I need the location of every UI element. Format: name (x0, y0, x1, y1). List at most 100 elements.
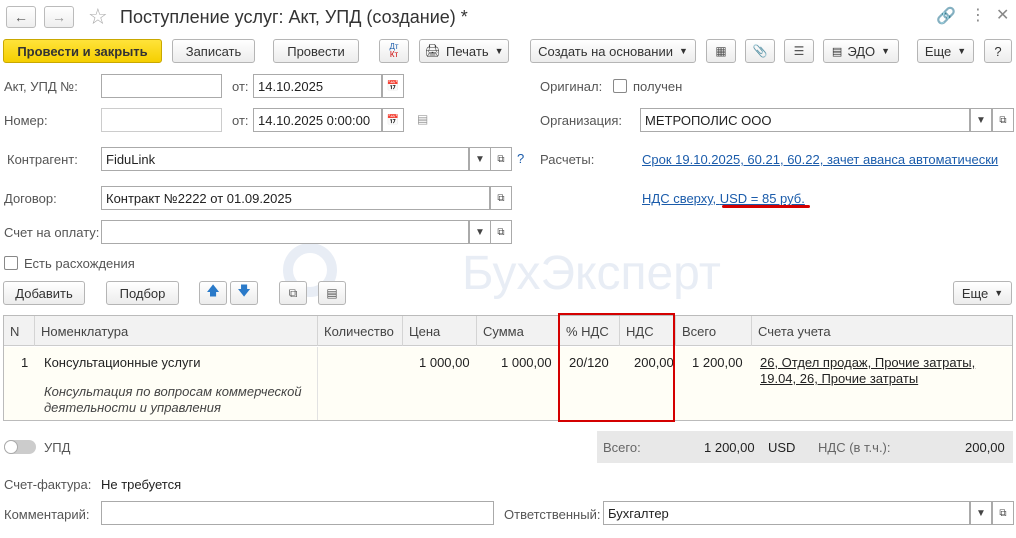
arrow-left-icon: ← (14, 9, 28, 25)
help-question-icon[interactable]: ? (517, 151, 524, 166)
chevron-down-icon: ▼ (881, 46, 891, 56)
column-divider (317, 347, 318, 420)
totals-vat-label: НДС (в т.ч.): (818, 440, 891, 455)
act-number-input[interactable] (101, 74, 222, 98)
red-highlight-box (558, 313, 675, 422)
more-button[interactable]: Еще ▼ (917, 39, 974, 63)
col-header-n[interactable]: N (4, 316, 35, 346)
link-icon[interactable]: 🔗 (936, 6, 956, 26)
close-icon[interactable]: ✕ (996, 5, 1009, 25)
calendar-icon[interactable]: 📅 (382, 74, 404, 98)
comment-note-icon[interactable]: ▤ (417, 112, 428, 126)
print-button[interactable]: 🖨 Печать ▼ (419, 39, 509, 63)
comment-input[interactable] (101, 501, 494, 525)
col-header-price[interactable]: Цена (403, 316, 477, 346)
received-checkbox[interactable] (613, 79, 627, 93)
star-icon[interactable]: ☆ (88, 4, 108, 30)
organization-input[interactable]: МЕТРОПОЛИС ООО (640, 108, 970, 132)
table-header: N Номенклатура Количество Цена Сумма % Н… (4, 316, 1012, 346)
totals-total-value: 1 200,00 (704, 440, 755, 455)
organization-label: Организация: (540, 113, 623, 128)
row-total: 1 200,00 (692, 355, 743, 370)
post-and-close-button[interactable]: Провести и закрыть (3, 39, 162, 63)
col-header-accounts[interactable]: Счета учета (752, 316, 1012, 346)
number-input[interactable] (101, 108, 222, 132)
create-based-on-button[interactable]: Создать на основании ▼ (530, 39, 696, 63)
upd-label: УПД (44, 440, 71, 455)
number-date-label: от: (232, 113, 249, 128)
totals-currency: USD (768, 440, 796, 455)
row-item[interactable]: Консультационные услуги (44, 355, 201, 370)
edo-label: ЭДО (847, 43, 876, 59)
contract-input[interactable]: Контракт №2222 от 01.09.2025 (101, 186, 490, 210)
row-accounts-2[interactable]: 19.04, 26, Прочие затраты (760, 371, 918, 386)
col-header-item[interactable]: Номенклатура (35, 316, 318, 346)
chevron-down-icon[interactable]: ▼ (469, 147, 491, 171)
arrow-right-icon: → (52, 9, 66, 25)
more-vert-icon[interactable]: ⋮ (970, 5, 986, 25)
open-icon[interactable]: ⧉ (992, 501, 1014, 525)
invoice-for-payment-input[interactable] (101, 220, 469, 244)
vat-link[interactable]: НДС сверху, USD = 85 руб. (642, 191, 805, 206)
number-date-input[interactable]: 14.10.2025 0:00:00 (253, 108, 382, 132)
row-sum[interactable]: 1 000,00 (501, 355, 552, 370)
print-label: Печать (446, 43, 489, 59)
settlements-label: Расчеты: (540, 152, 595, 167)
post-button[interactable]: Провести (273, 39, 359, 63)
received-label: получен (633, 79, 683, 94)
document-list-icon[interactable]: ☰ (784, 39, 814, 63)
help-button[interactable]: ? (984, 39, 1012, 63)
open-icon[interactable]: ⧉ (490, 147, 512, 171)
row-price[interactable]: 1 000,00 (419, 355, 470, 370)
act-date-input[interactable]: 14.10.2025 (253, 74, 382, 98)
watermark-text: БухЭксперт (462, 247, 721, 300)
forward-button[interactable]: → (44, 6, 74, 28)
copy-icon[interactable]: ⧉ (279, 281, 307, 305)
row-accounts-1[interactable]: 26, Отдел продаж, Прочие затраты, (760, 355, 975, 370)
upd-toggle[interactable] (4, 440, 36, 454)
items-table: N Номенклатура Количество Цена Сумма % Н… (3, 315, 1013, 421)
move-down-icon[interactable]: 🡇 (230, 281, 258, 305)
responsible-label: Ответственный: (504, 507, 601, 522)
settlements-link[interactable]: Срок 19.10.2025, 60.21, 60.22, зачет ава… (642, 152, 998, 167)
add-row-button[interactable]: Добавить (3, 281, 85, 305)
edo-icon: ▤ (831, 45, 843, 58)
totals-panel (597, 431, 1013, 463)
discrepancy-checkbox[interactable] (4, 256, 18, 270)
discrepancy-label: Есть расхождения (24, 256, 135, 271)
open-icon[interactable]: ⧉ (490, 220, 512, 244)
col-header-sum[interactable]: Сумма (477, 316, 560, 346)
move-up-icon[interactable]: 🡅 (199, 281, 227, 305)
number-label: Номер: (4, 113, 48, 128)
open-icon[interactable]: ⧉ (992, 108, 1014, 132)
structure-icon[interactable]: ▦ (706, 39, 736, 63)
select-button[interactable]: Подбор (106, 281, 179, 305)
responsible-input[interactable]: Бухгалтер (603, 501, 970, 525)
invoice-for-payment-label: Счет на оплату: (4, 225, 100, 240)
chevron-down-icon[interactable]: ▼ (469, 220, 491, 244)
col-header-total[interactable]: Всего (676, 316, 752, 346)
dt-kt-button[interactable]: Дт Кт (379, 39, 409, 63)
contract-label: Договор: (4, 191, 57, 206)
open-icon[interactable]: ⧉ (490, 186, 512, 210)
act-date-label: от: (232, 79, 249, 94)
act-number-label: Акт, УПД №: (4, 79, 78, 94)
contractor-input[interactable]: FiduLink (101, 147, 469, 171)
contractor-label: Контрагент: (7, 152, 78, 167)
col-header-qty[interactable]: Количество (318, 316, 403, 346)
invoice-value: Не требуется (101, 477, 182, 492)
table-more-button[interactable]: Еще ▼ (953, 281, 1012, 305)
kt-label: Кт (389, 50, 399, 59)
save-button[interactable]: Записать (172, 39, 255, 63)
window-title: Поступление услуг: Акт, УПД (создание) * (120, 7, 468, 27)
chevron-down-icon[interactable]: ▼ (970, 501, 992, 525)
table-more-label: Еще (961, 285, 989, 301)
comment-label: Комментарий: (4, 507, 90, 522)
create-based-label: Создать на основании (538, 43, 673, 59)
attachment-icon[interactable]: 📎 (745, 39, 775, 63)
back-button[interactable]: ← (6, 6, 36, 28)
table-row[interactable]: 1 Консультационные услуги Консультация п… (4, 347, 1012, 420)
calendar-icon[interactable]: 📅 (382, 108, 404, 132)
edo-button[interactable]: ▤ ЭДО ▼ (823, 39, 899, 63)
chevron-down-icon[interactable]: ▼ (970, 108, 992, 132)
